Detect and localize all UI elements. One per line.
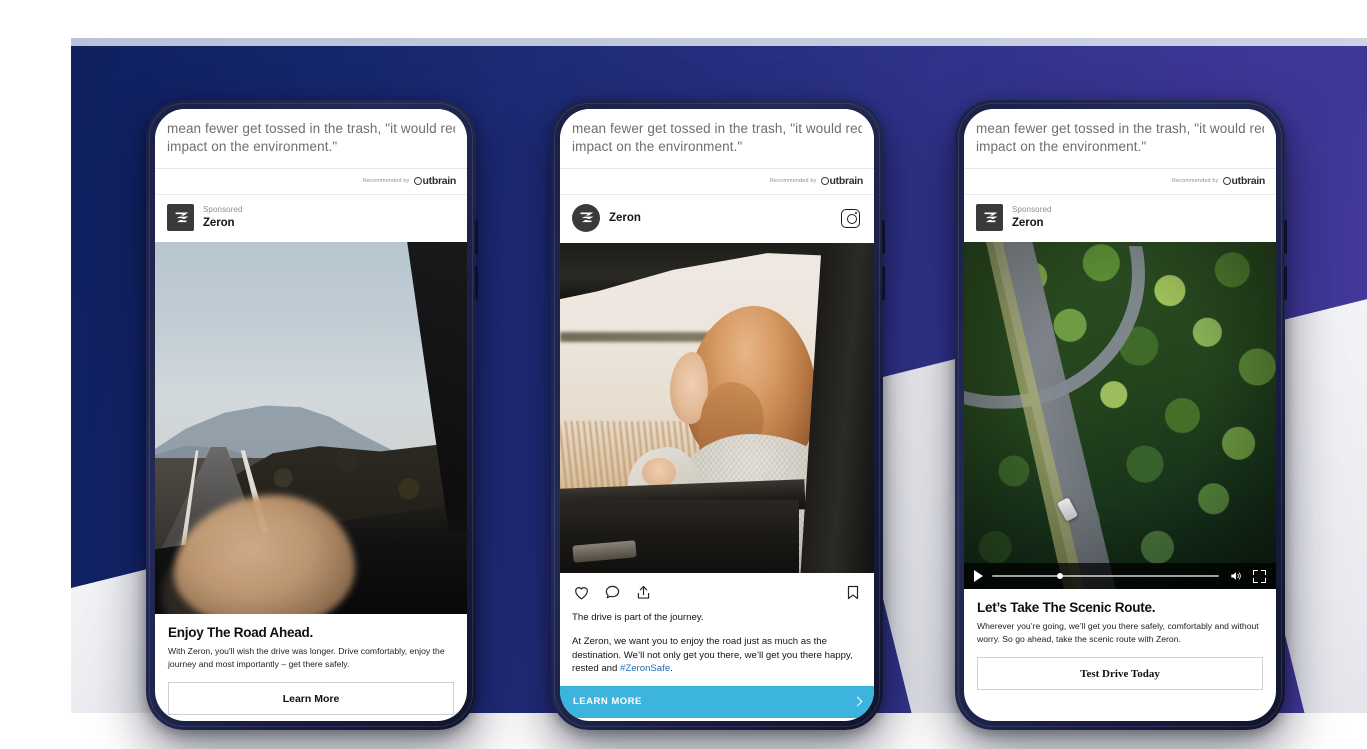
fullscreen-icon[interactable]	[1253, 569, 1266, 583]
brand-name: Zeron	[1012, 216, 1044, 229]
cta-label: LEARN MORE	[573, 696, 642, 708]
outbrain-wordmark: utbrain	[829, 175, 864, 187]
cta-learn-more-banner[interactable]: LEARN MORE	[560, 685, 874, 718]
article-line-1: mean fewer get tossed in the trash, "it …	[572, 121, 862, 136]
article-text-block: mean fewer get tossed in the trash, "it …	[155, 109, 467, 168]
phone-screen: mean fewer get tossed in the trash, "it …	[964, 109, 1276, 721]
outbrain-attribution: Recommended by utbrain	[964, 169, 1276, 194]
phone-screen: mean fewer get tossed in the trash, "it …	[155, 109, 467, 721]
instagram-icon[interactable]	[841, 208, 860, 228]
caption-hashtag[interactable]: #ZeronSafe	[620, 663, 670, 674]
brand-text: Sponsored Zeron	[1012, 205, 1052, 229]
sponsored-label: Sponsored	[1012, 205, 1052, 215]
phone-screen: mean fewer get tossed in the trash, "it …	[560, 109, 874, 721]
outbrain-attribution: Recommended by utbrain	[560, 169, 874, 194]
outbrain-logo: utbrain	[413, 175, 457, 187]
brand-name: Zeron	[203, 216, 235, 229]
outbrain-prefix-label: Recommended by	[1171, 178, 1219, 184]
instagram-post-header[interactable]: Zeron	[560, 194, 874, 243]
ad-image-desert-road	[155, 242, 467, 614]
outbrain-logo: utbrain	[1222, 175, 1266, 187]
article-text-block: mean fewer get tossed in the trash, "it …	[964, 109, 1276, 168]
sponsored-brand-row[interactable]: Sponsored Zeron	[155, 194, 467, 242]
outbrain-wordmark: utbrain	[422, 175, 457, 187]
sponsored-label: Sponsored	[203, 205, 243, 215]
cta-label: Test Drive Today	[1080, 667, 1160, 680]
phone-side-button	[1284, 220, 1287, 254]
outbrain-prefix-label: Recommended by	[769, 178, 817, 184]
video-progress-bar[interactable]	[992, 573, 1219, 579]
video-progress-knob[interactable]	[1057, 573, 1064, 579]
instagram-action-row	[560, 573, 874, 609]
article-line-1: mean fewer get tossed in the trash, "it …	[976, 121, 1264, 136]
zeron-z-logo-icon	[976, 204, 1003, 231]
brand-name: Zeron	[609, 212, 641, 224]
ad-body-text: Wherever you’re going, we’ll get you the…	[977, 621, 1259, 644]
ad-body-text: With Zeron, you'll wish the drive was lo…	[168, 646, 445, 669]
comment-icon[interactable]	[603, 583, 622, 602]
chevron-right-icon	[852, 696, 863, 707]
ad-headline: Let’s Take The Scenic Route.	[977, 600, 1156, 615]
article-text-block: mean fewer get tossed in the trash, "it …	[560, 109, 874, 168]
play-icon[interactable]	[974, 570, 983, 582]
outbrain-wordmark: utbrain	[1231, 175, 1266, 187]
phone-mockup-outbrain-native: mean fewer get tossed in the trash, "it …	[146, 100, 478, 730]
phone-side-button	[882, 220, 885, 254]
video-controls-bar[interactable]	[964, 563, 1276, 589]
article-line-2: impact on the environment."	[167, 139, 338, 154]
outbrain-prefix-label: Recommended by	[362, 178, 410, 184]
ad-video-aerial-forest-road[interactable]	[964, 242, 1276, 589]
outbrain-attribution: Recommended by utbrain	[155, 169, 467, 194]
ad-headline: Enjoy The Road Ahead.	[168, 625, 314, 640]
share-icon[interactable]	[634, 583, 653, 602]
phone-mockup-instagram-post: mean fewer get tossed in the trash, "it …	[551, 100, 885, 730]
ad-copy-block: Enjoy The Road Ahead. With Zeron, you'll…	[155, 614, 467, 671]
phone-side-button	[475, 220, 478, 254]
caption-body: At Zeron, we want you to enjoy the road …	[572, 636, 853, 675]
phone-mockup-video-native: mean fewer get tossed in the trash, "it …	[955, 100, 1287, 730]
outbrain-logo: utbrain	[820, 175, 864, 187]
phone-side-button	[1284, 266, 1287, 300]
outbrain-o-icon	[820, 177, 829, 185]
volume-icon[interactable]	[1228, 569, 1244, 583]
ad-copy-block: Let’s Take The Scenic Route. Wherever yo…	[964, 589, 1276, 646]
heart-icon[interactable]	[572, 583, 591, 602]
screenshot-root: mean fewer get tossed in the trash, "it …	[0, 0, 1367, 749]
outbrain-o-icon	[413, 177, 422, 185]
brand-text: Sponsored Zeron	[203, 205, 243, 229]
ad-image-woman-in-car	[560, 243, 874, 573]
sponsored-brand-row[interactable]: Sponsored Zeron	[964, 194, 1276, 242]
caption-body-tail: .	[670, 663, 673, 675]
background-top-strip	[71, 38, 1367, 46]
article-line-1: mean fewer get tossed in the trash, "it …	[167, 121, 455, 136]
phone-side-button	[882, 266, 885, 300]
bookmark-icon[interactable]	[844, 583, 862, 602]
cta-learn-more-button[interactable]: Learn More	[168, 682, 454, 716]
instagram-caption: The drive is part of the journey. At Zer…	[560, 609, 874, 676]
cta-label: Learn More	[282, 692, 340, 705]
caption-lead: The drive is part of the journey.	[572, 612, 704, 623]
cta-test-drive-button[interactable]: Test Drive Today	[977, 657, 1263, 691]
zeron-z-logo-icon	[572, 204, 600, 232]
zeron-z-logo-icon	[167, 204, 194, 231]
outbrain-o-icon	[1222, 177, 1231, 185]
phone-side-button	[475, 266, 478, 300]
article-line-2: impact on the environment."	[976, 139, 1147, 154]
article-line-2: impact on the environment."	[572, 139, 743, 154]
